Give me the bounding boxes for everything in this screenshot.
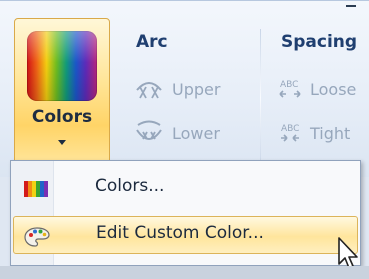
spacing-tight-button[interactable]: ABC Tight: [278, 119, 350, 147]
background-strip: [0, 266, 369, 279]
arc-upper-label: Upper: [172, 79, 221, 99]
ribbon-top-dash: [346, 5, 356, 7]
palette-icon: [24, 227, 50, 247]
arc-lower-button[interactable]: Lower: [134, 119, 220, 147]
svg-text:ABC: ABC: [280, 80, 298, 90]
color-bars-icon: [24, 181, 48, 197]
colors-dropdown-menu: Colors... Edit Custom Color...: [10, 160, 361, 266]
chevron-down-icon[interactable]: [58, 140, 66, 145]
spacing-loose-button[interactable]: ABC Loose: [278, 75, 356, 103]
menu-item-edit-custom-color[interactable]: Edit Custom Color...: [13, 216, 358, 254]
svg-text:ABC: ABC: [281, 124, 299, 134]
spacing-tight-label: Tight: [310, 123, 351, 143]
arc-lower-label: Lower: [172, 123, 220, 143]
group-separator: [260, 29, 261, 167]
color-palette-icon: [27, 31, 97, 101]
arc-upper-icon: [136, 82, 162, 99]
arc-group-title: Arc: [136, 32, 168, 52]
arc-lower-icon: [136, 120, 162, 140]
ribbon: Colors Arc Upper Lower Spacing ABC Loose: [0, 0, 369, 177]
colors-button[interactable]: Colors: [14, 18, 110, 168]
spacing-loose-label: Loose: [310, 79, 357, 99]
arc-upper-button[interactable]: Upper: [134, 75, 220, 103]
colors-button-label: Colors: [31, 107, 93, 127]
menu-item-edit-custom-color-label: Edit Custom Color...: [96, 223, 264, 243]
menu-item-colors[interactable]: Colors...: [13, 169, 358, 207]
spacing-loose-icon: ABC: [279, 80, 301, 98]
spacing-tight-icon: ABC: [281, 124, 299, 142]
menu-item-colors-label: Colors...: [95, 176, 165, 196]
spacing-group-title: Spacing: [281, 32, 358, 52]
